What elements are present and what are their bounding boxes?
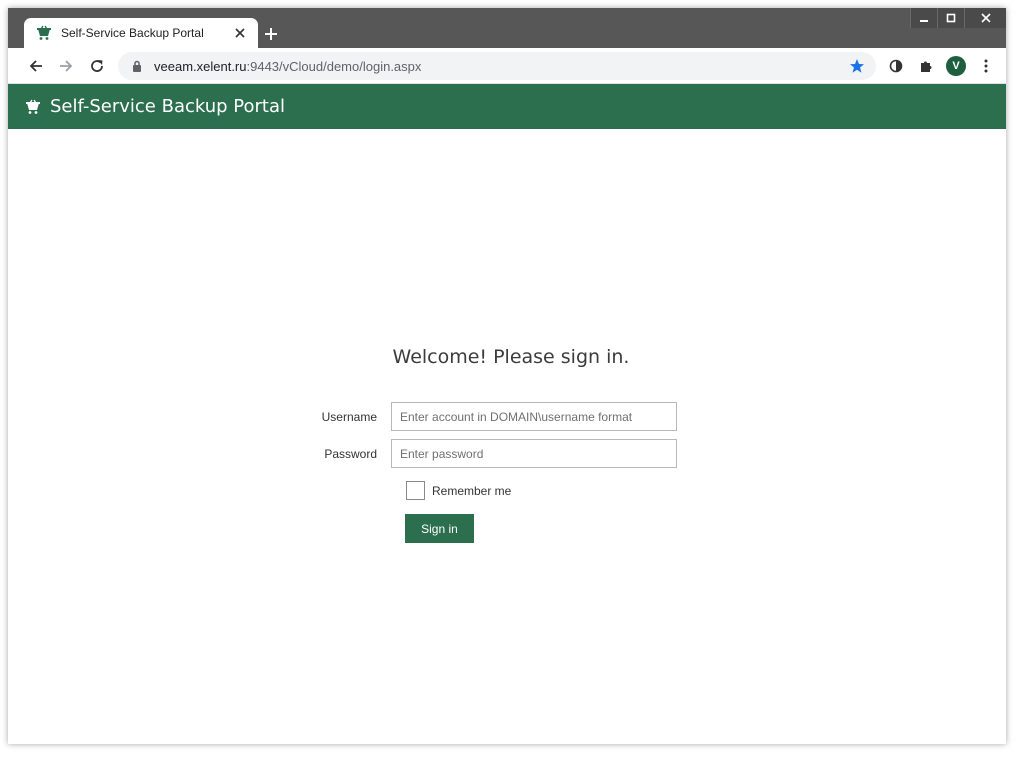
login-page: Welcome! Please sign in. Username Passwo… [8,129,1006,744]
url-text: veeam.xelent.ru:9443/vCloud/demo/login.a… [154,59,848,74]
basket-icon [24,98,42,116]
maximize-icon [946,13,956,23]
remember-me-label[interactable]: Remember me [432,484,511,498]
forward-button[interactable] [54,54,78,78]
window-controls [910,8,1006,28]
tab-title: Self-Service Backup Portal [61,26,204,40]
username-input[interactable] [391,402,677,431]
lock-icon [130,59,144,73]
close-icon[interactable] [232,25,248,41]
window-close-button[interactable] [964,8,1006,28]
password-input[interactable] [391,439,677,468]
portal-title: Self-Service Backup Portal [50,96,286,117]
tab-strip: Self-Service Backup Portal [8,8,1006,48]
kebab-menu-icon[interactable] [976,56,996,76]
url-host: veeam.xelent.ru [154,58,247,74]
login-heading: Welcome! Please sign in. [392,346,630,368]
star-icon[interactable] [848,57,866,75]
remember-me-checkbox[interactable] [406,481,425,500]
forward-arrow-icon [60,60,73,72]
circle-extension-icon[interactable] [886,56,906,76]
username-label: Username [321,409,377,424]
username-row: Username [317,402,677,431]
browser-toolbar: veeam.xelent.ru:9443/vCloud/demo/login.a… [8,48,1006,84]
plus-icon [265,28,277,40]
basket-icon [36,25,52,41]
password-row: Password [317,439,677,468]
new-tab-button[interactable] [260,23,282,45]
maximize-button[interactable] [937,8,964,28]
reload-icon [91,60,103,72]
back-arrow-icon [29,60,42,72]
browser-window: Self-Service Backup Portal veeam.xelent.… [8,8,1006,744]
sign-in-button[interactable]: Sign in [405,514,474,543]
profile-avatar[interactable]: V [946,56,966,76]
portal-header: Self-Service Backup Portal [8,84,1006,129]
password-label: Password [324,446,377,461]
url-path: :9443/vCloud/demo/login.aspx [246,58,422,74]
remember-row: Remember me [406,481,511,500]
browser-tab-active[interactable]: Self-Service Backup Portal [24,18,258,48]
puzzle-icon[interactable] [916,56,936,76]
window-close-icon [980,13,991,23]
address-bar[interactable]: veeam.xelent.ru:9443/vCloud/demo/login.a… [118,52,876,80]
minimize-icon [920,20,928,22]
back-button[interactable] [24,54,48,78]
minimize-button[interactable] [910,8,937,28]
reload-button[interactable] [85,54,109,78]
